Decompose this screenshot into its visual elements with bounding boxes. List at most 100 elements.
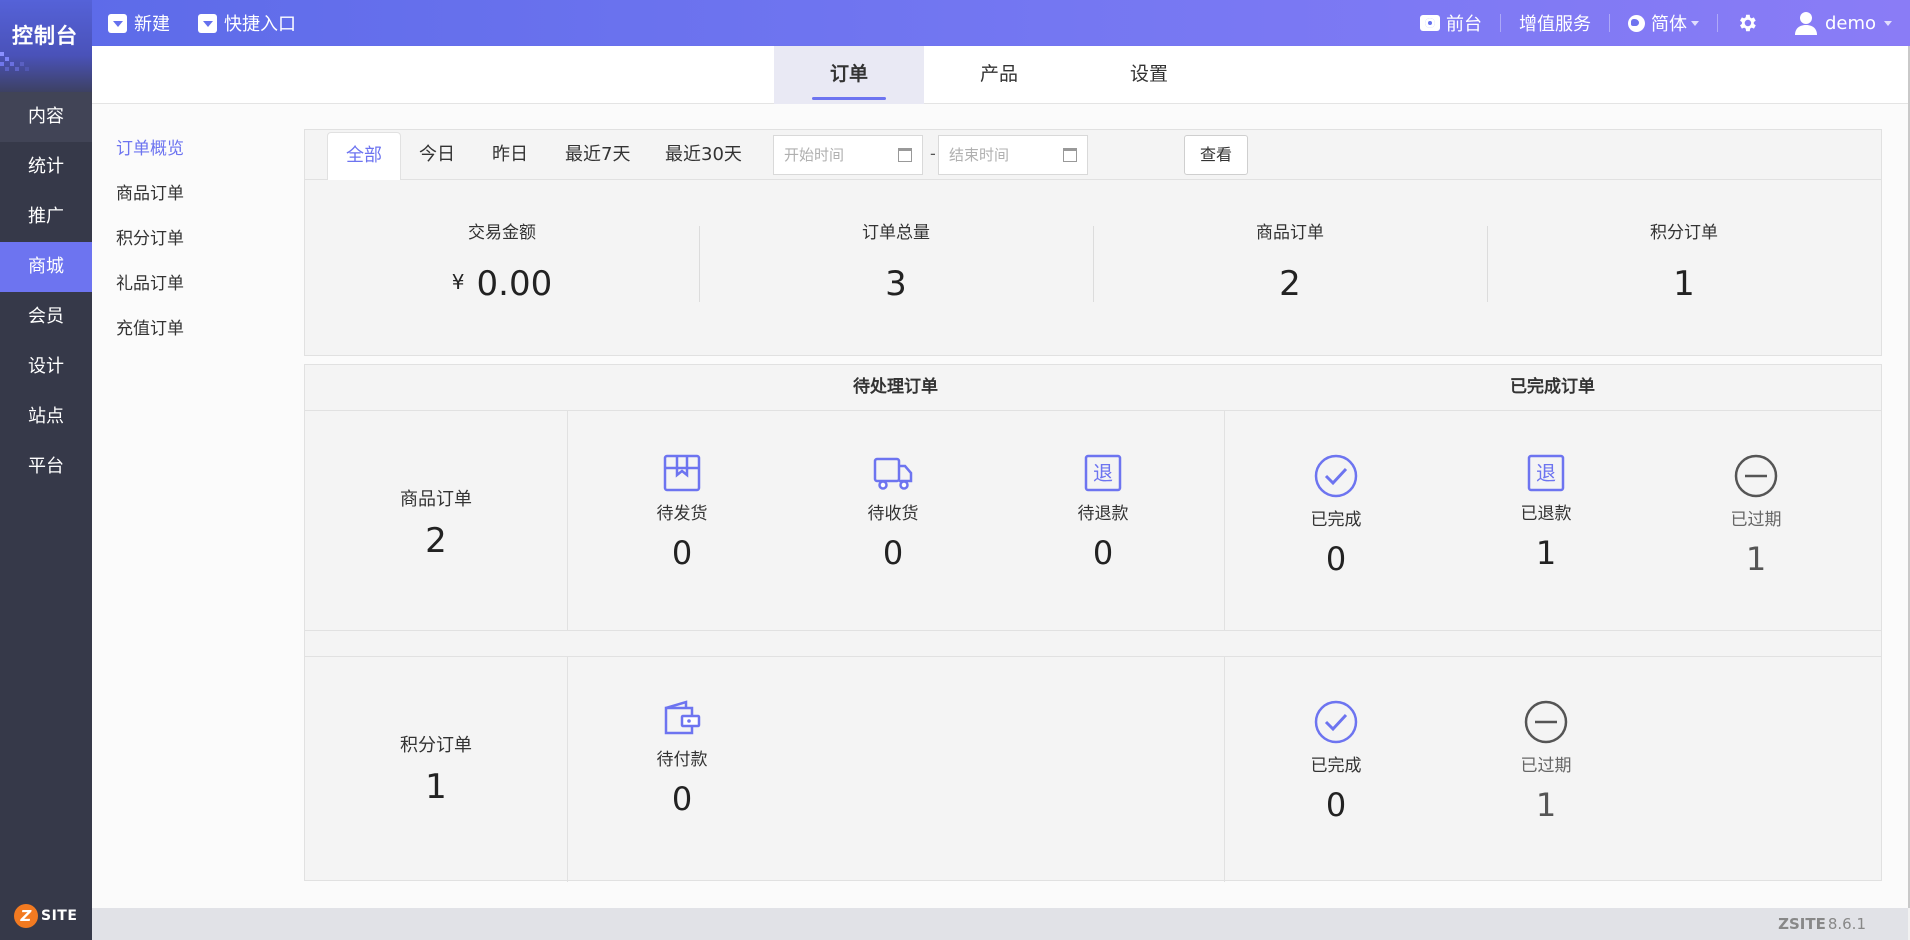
sidebar-item-content[interactable]: 内容 <box>0 92 92 142</box>
subnav-product-orders[interactable]: 商品订单 <box>116 179 184 224</box>
status-refunded[interactable]: 退 已退款 1 <box>1476 453 1616 572</box>
status-awaiting-shipment[interactable]: 待发货 0 <box>612 453 752 572</box>
status-label: 已过期 <box>1730 510 1782 530</box>
package-icon <box>663 454 701 492</box>
pending-orders-title: 待处理订单 <box>853 377 938 397</box>
footer: ZSITE 8.6.1 <box>92 908 1908 940</box>
stat-value: 3 <box>885 264 907 304</box>
tab-settings[interactable]: 设置 <box>1074 46 1224 104</box>
settings-button[interactable] <box>1736 12 1758 34</box>
filter-tab-today[interactable]: 今日 <box>419 132 455 180</box>
status-label: 待发货 <box>656 504 708 524</box>
subnav-order-overview[interactable]: 订单概览 <box>116 134 184 179</box>
divider <box>305 630 1881 631</box>
stat-transaction-amount: 交易金额 ¥0.00 <box>305 180 699 356</box>
filter-tab-yesterday[interactable]: 昨日 <box>492 132 528 180</box>
divider <box>1224 656 1225 882</box>
language-label: 简体 <box>1650 14 1687 35</box>
top-bar-left: 新建 快捷入口 <box>108 0 296 46</box>
status-awaiting-receipt[interactable]: 待收货 0 <box>823 453 963 572</box>
tab-orders[interactable]: 订单 <box>774 46 924 104</box>
status-label: 已完成 <box>1310 510 1362 530</box>
user-menu[interactable]: demo <box>1794 11 1892 35</box>
chevron-down-icon <box>1884 20 1892 26</box>
sidebar-item-promotion[interactable]: 推广 <box>0 192 92 242</box>
product-orders-row-label: 商品订单 2 <box>305 485 567 561</box>
eye-icon <box>1419 15 1440 31</box>
status-completed[interactable]: 已完成 0 <box>1266 453 1406 578</box>
subnav-gift-orders[interactable]: 礼品订单 <box>116 269 184 314</box>
globe-icon <box>1627 14 1645 32</box>
sidebar-item-site[interactable]: 站点 <box>0 392 92 442</box>
value-added-link[interactable]: 增值服务 <box>1519 10 1591 36</box>
status-expired[interactable]: 已过期 1 <box>1686 453 1826 578</box>
sidebar-item-design[interactable]: 设计 <box>0 342 92 392</box>
status-count: 0 <box>1325 540 1347 578</box>
divider <box>567 410 568 630</box>
start-date-input[interactable]: 开始时间 <box>773 135 923 175</box>
filter-tab-30-days[interactable]: 最近30天 <box>665 132 742 180</box>
frontend-link[interactable]: 前台 <box>1419 10 1482 36</box>
stat-value: 2 <box>1279 264 1301 304</box>
refund-icon: 退 <box>1084 454 1122 492</box>
status-label: 已过期 <box>1520 756 1572 776</box>
svg-text:退: 退 <box>1093 461 1113 485</box>
subnav-recharge-orders[interactable]: 充值订单 <box>116 314 184 359</box>
row-title: 积分订单 <box>400 735 472 756</box>
filter-tab-7-days[interactable]: 最近7天 <box>565 132 630 180</box>
status-completed[interactable]: 已完成 0 <box>1266 699 1406 824</box>
stats-row: 交易金额 ¥0.00 订单总量 3 商品订单 2 积分订单 1 <box>305 180 1881 356</box>
truck-icon <box>873 457 913 490</box>
check-circle-icon <box>1314 700 1358 744</box>
sidebar-item-platform[interactable]: 平台 <box>0 442 92 492</box>
stat-order-total: 订单总量 3 <box>699 180 1093 356</box>
sidebar-item-members[interactable]: 会员 <box>0 292 92 342</box>
svg-text:退: 退 <box>1536 461 1556 485</box>
status-count: 0 <box>882 534 904 572</box>
new-menu-button[interactable]: 新建 <box>108 10 170 36</box>
footer-brand-name: ZSITE <box>1778 915 1826 933</box>
divider <box>305 410 1881 411</box>
app-logo[interactable]: 控制台 <box>0 0 92 92</box>
minus-circle-icon <box>1734 454 1778 498</box>
divider <box>305 656 1881 657</box>
zsite-logo: Z SITE <box>14 904 77 928</box>
divider <box>1224 410 1225 630</box>
content-area: 订单概览 商品订单 积分订单 礼品订单 充值订单 全部 今日 昨日 最近7天 最… <box>92 104 1908 908</box>
divider <box>1499 14 1501 32</box>
status-count: 0 <box>1325 786 1347 824</box>
shortcut-menu-button[interactable]: 快捷入口 <box>198 10 296 36</box>
status-awaiting-payment[interactable]: 待付款 0 <box>612 699 752 818</box>
filter-tab-all[interactable]: 全部 <box>327 132 401 180</box>
user-icon <box>1794 12 1817 35</box>
stat-points-orders: 积分订单 1 <box>1487 180 1881 356</box>
order-subnav: 订单概览 商品订单 积分订单 礼品订单 充值订单 <box>116 134 184 359</box>
currency-symbol: ¥ <box>451 270 465 294</box>
tab-products[interactable]: 产品 <box>924 46 1074 104</box>
row-count: 1 <box>425 767 447 807</box>
zsite-word: SITE <box>41 908 78 924</box>
subnav-points-orders[interactable]: 积分订单 <box>116 224 184 269</box>
stat-label: 商品订单 <box>1256 223 1324 243</box>
stat-amount: 0.00 <box>476 264 553 304</box>
end-date-input[interactable]: 结束时间 <box>938 135 1088 175</box>
status-count: 0 <box>1092 534 1114 572</box>
gear-icon <box>1739 14 1756 32</box>
completed-orders-title: 已完成订单 <box>1510 377 1595 397</box>
sidebar-item-mall[interactable]: 商城 <box>0 242 92 292</box>
date-filter-bar: 全部 今日 昨日 最近7天 最近30天 开始时间 - 结束时间 查看 <box>305 130 1881 180</box>
status-label: 待收货 <box>867 504 919 524</box>
divider <box>1716 14 1718 32</box>
status-label: 待付款 <box>656 750 708 770</box>
status-label: 已完成 <box>1310 756 1362 776</box>
view-button[interactable]: 查看 <box>1184 135 1248 175</box>
status-awaiting-refund[interactable]: 退 待退款 0 <box>1033 453 1173 572</box>
status-expired[interactable]: 已过期 1 <box>1476 699 1616 824</box>
start-date-placeholder: 开始时间 <box>784 146 845 164</box>
sidebar-item-statistics[interactable]: 统计 <box>0 142 92 192</box>
frontend-label: 前台 <box>1445 14 1482 35</box>
status-count: 1 <box>1535 534 1557 572</box>
language-selector[interactable]: 简体 <box>1627 10 1699 36</box>
status-label: 已退款 <box>1520 504 1572 524</box>
wallet-icon <box>664 700 701 735</box>
